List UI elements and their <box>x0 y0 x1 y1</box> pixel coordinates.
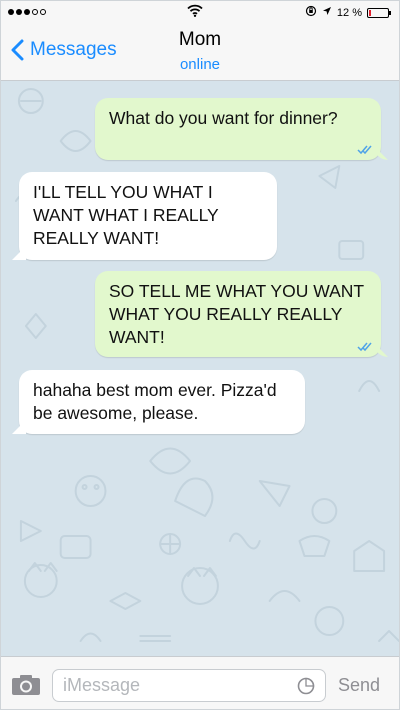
message-bubble-outgoing[interactable]: SO TELL ME WHAT YOU WANT WHAT YOU REALLY… <box>95 271 381 357</box>
phone-screen: 12 % Messages Mom online What do you wan… <box>0 0 400 710</box>
wifi-icon <box>187 4 203 20</box>
message-text: I'LL TELL YOU WHAT I WANT WHAT I REALLY … <box>33 182 219 248</box>
contact-status: online <box>179 56 221 73</box>
navigation-bar: Messages Mom online <box>1 23 399 81</box>
send-button[interactable]: Send <box>338 675 380 696</box>
message-composer: iMessage Send <box>1 656 399 709</box>
message-text: SO TELL ME WHAT YOU WANT WHAT YOU REALLY… <box>109 281 364 347</box>
rotation-lock-icon <box>305 5 317 20</box>
message-input-placeholder: iMessage <box>63 675 141 695</box>
battery-percent: 12 % <box>336 6 362 19</box>
message-text: What do you want for dinner? <box>109 108 338 128</box>
message-bubble-incoming[interactable]: I'LL TELL YOU WHAT I WANT WHAT I REALLY … <box>19 172 277 260</box>
double-check-icon <box>357 145 372 155</box>
camera-icon <box>12 675 40 695</box>
chat-wallpaper <box>14 88 399 642</box>
battery-level-fill <box>369 9 371 16</box>
camera-button[interactable] <box>11 674 41 701</box>
conversation-area[interactable]: What do you want for dinner? I'LL TELL Y… <box>1 81 399 656</box>
contact-name: Mom <box>178 29 222 50</box>
signal-strength-icon <box>8 9 46 15</box>
status-bar: 12 % <box>1 1 399 23</box>
double-check-icon <box>357 342 372 352</box>
location-arrow-icon <box>322 6 332 19</box>
message-bubble-outgoing[interactable]: What do you want for dinner? <box>95 98 381 160</box>
sticker-icon[interactable] <box>297 677 315 700</box>
battery-icon <box>367 7 391 18</box>
message-text: hahaha best mom ever. Pizza'd be awesome… <box>33 380 277 423</box>
message-bubble-incoming[interactable]: hahaha best mom ever. Pizza'd be awesome… <box>19 370 305 434</box>
message-input[interactable]: iMessage <box>52 669 326 702</box>
